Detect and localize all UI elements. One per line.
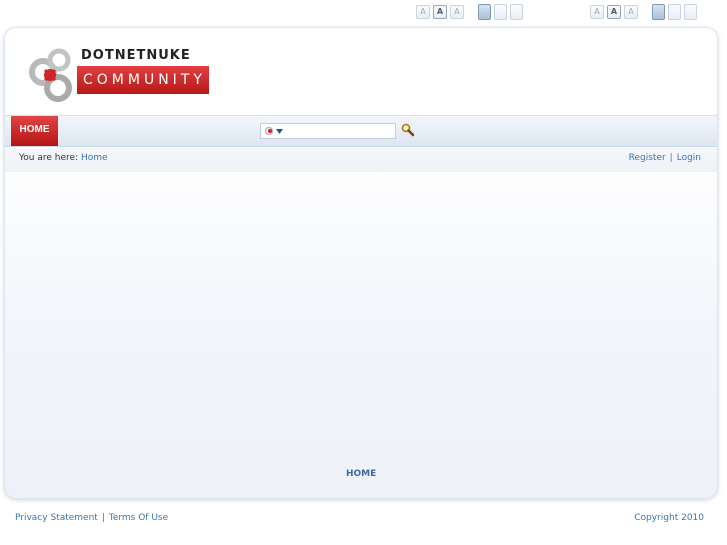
logo-line1: DOTNETNUKE [81, 48, 191, 63]
register-link[interactable]: Register [629, 153, 666, 163]
user-links: Register | Login [629, 153, 701, 163]
font-medium-button[interactable]: A [433, 5, 447, 19]
bottom-nav-home-link[interactable]: HOME [346, 469, 376, 479]
search-icon [401, 123, 415, 137]
login-link[interactable]: Login [677, 153, 701, 163]
logo-line2: COMMUNITY [77, 66, 209, 94]
top-controls-right: A A A [590, 4, 697, 20]
font-small-button[interactable]: A [416, 5, 430, 19]
privacy-link[interactable]: Privacy Statement [15, 513, 98, 523]
nav-home-tab[interactable]: HOME [11, 116, 58, 146]
font-medium-button-2[interactable]: A [607, 5, 621, 19]
logo-gear-icon [29, 48, 72, 102]
main-card: DOTNETNUKE COMMUNITY HOME You are here: … [4, 27, 718, 499]
search-button[interactable] [401, 122, 415, 141]
top-controls-left: A A A [416, 4, 523, 20]
user-links-separator: | [669, 153, 673, 163]
breadcrumb: You are here: Home Register | Login [5, 148, 717, 172]
width-wide-button[interactable] [510, 4, 523, 20]
breadcrumb-home-link[interactable]: Home [81, 153, 108, 163]
width-narrow-button-2[interactable] [652, 4, 665, 20]
footer-separator: | [101, 513, 105, 523]
footer-links: Privacy Statement | Terms Of Use [15, 513, 168, 523]
main-nav: HOME [5, 115, 717, 147]
font-large-button-2[interactable]: A [624, 5, 638, 19]
width-medium-button-2[interactable] [668, 4, 681, 20]
terms-link[interactable]: Terms Of Use [109, 513, 168, 523]
width-narrow-button[interactable] [478, 4, 491, 20]
width-wide-button-2[interactable] [684, 4, 697, 20]
chevron-down-icon [276, 128, 283, 134]
copyright: Copyright 2010 [634, 513, 704, 523]
site-logo[interactable]: DOTNETNUKE COMMUNITY [25, 46, 215, 104]
search-scope-dropdown[interactable] [264, 126, 283, 136]
search-input[interactable] [260, 123, 396, 139]
search-scope-icon [264, 126, 274, 136]
width-medium-button[interactable] [494, 4, 507, 20]
font-small-button-2[interactable]: A [590, 5, 604, 19]
breadcrumb-label: You are here: [19, 153, 79, 163]
font-large-button[interactable]: A [450, 5, 464, 19]
